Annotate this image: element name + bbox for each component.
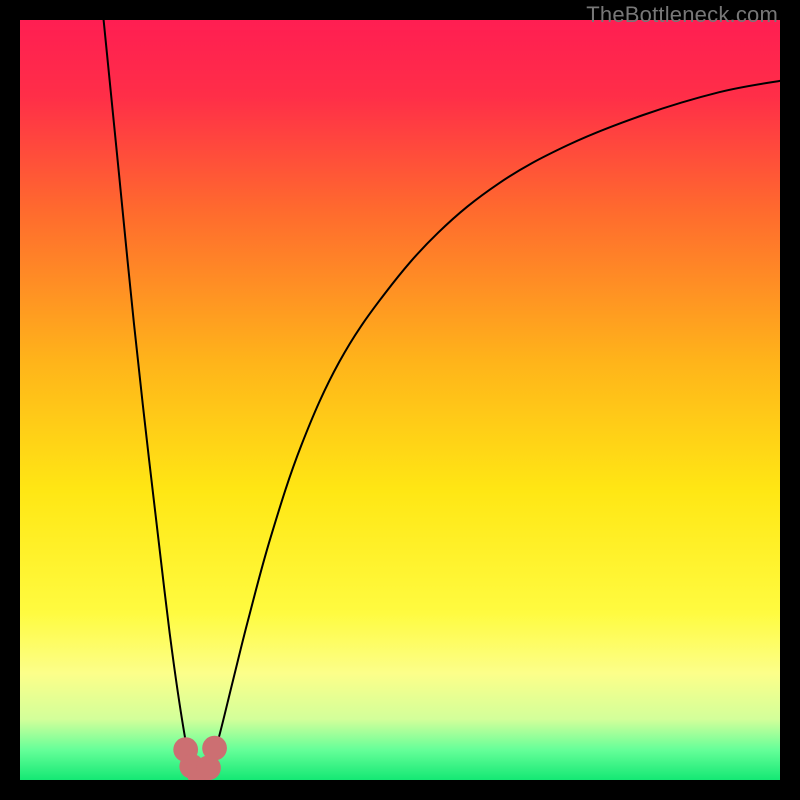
chart-background [20, 20, 780, 780]
chart-frame: TheBottleneck.com [0, 0, 800, 800]
chart-plot [20, 20, 780, 780]
chart-svg [20, 20, 780, 780]
watermark-text: TheBottleneck.com [586, 2, 778, 28]
dot-e [202, 736, 227, 761]
